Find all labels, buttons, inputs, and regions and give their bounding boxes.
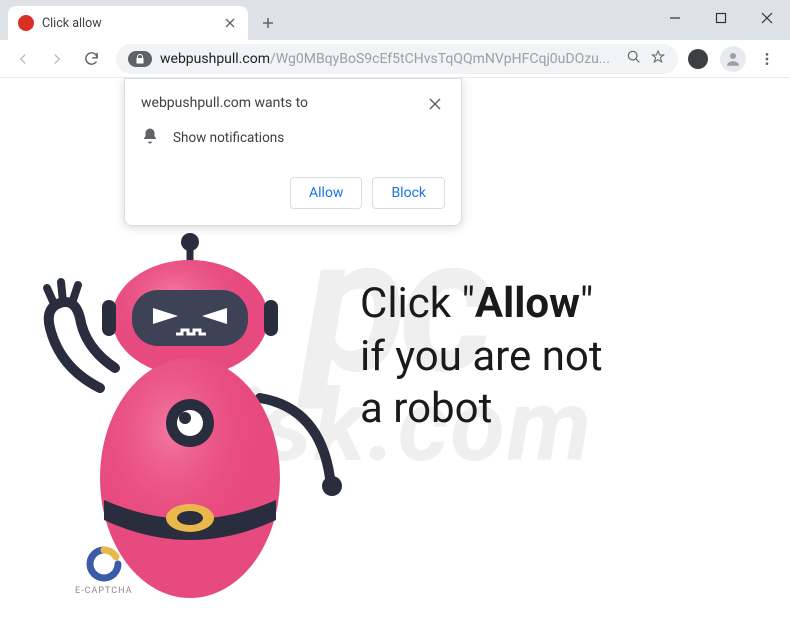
block-button[interactable]: Block	[372, 177, 445, 209]
bell-icon	[141, 127, 159, 149]
connection-secure-badge[interactable]	[128, 51, 152, 67]
caption-emph: Allow	[475, 279, 580, 328]
ecaptcha-badge: E-CAPTCHA	[75, 546, 133, 596]
nav-back-button[interactable]	[8, 44, 38, 74]
lock-icon	[134, 53, 146, 65]
url-text: webpushpull.com/Wg0MBqyBoS9cEf5tCHvsTqQQ…	[160, 51, 618, 67]
browser-tab[interactable]: Click allow	[8, 6, 248, 40]
zoom-icon[interactable]	[626, 49, 642, 69]
bookmark-star-icon[interactable]	[650, 49, 666, 69]
omnibox[interactable]: webpushpull.com/Wg0MBqyBoS9cEf5tCHvsTqQQ…	[116, 44, 678, 74]
url-domain: webpushpull.com	[160, 51, 270, 67]
caption-line3: a robot	[360, 384, 492, 433]
tab-favicon	[18, 15, 34, 31]
main-caption: Click "Allow" if you are not a robot	[360, 278, 603, 436]
permission-close-button[interactable]	[429, 95, 445, 111]
browser-toolbar: webpushpull.com/Wg0MBqyBoS9cEf5tCHvsTqQQ…	[0, 40, 790, 78]
media-control-indicator[interactable]	[688, 49, 708, 69]
page-content: pc risk.com webpushpull.com wants to Sho…	[0, 78, 790, 624]
permission-title: webpushpull.com wants to	[141, 95, 308, 111]
ecaptcha-label: E-CAPTCHA	[75, 586, 133, 596]
allow-button[interactable]: Allow	[290, 177, 362, 209]
tab-title: Click allow	[42, 16, 214, 31]
browser-menu-button[interactable]	[752, 44, 782, 74]
ecaptcha-logo-icon	[86, 546, 122, 582]
nav-reload-button[interactable]	[76, 44, 106, 74]
win-maximize-button[interactable]	[698, 0, 744, 36]
caption-post1: "	[580, 279, 593, 328]
new-tab-button[interactable]	[254, 9, 282, 37]
win-close-button[interactable]	[744, 0, 790, 36]
caption-pre: Click "	[360, 279, 475, 328]
nav-forward-button[interactable]	[42, 44, 72, 74]
user-icon	[724, 50, 742, 68]
tab-close-button[interactable]	[222, 15, 238, 31]
notification-permission-dialog: webpushpull.com wants to Show notificati…	[124, 78, 462, 226]
url-path: /Wg0MBqyBoS9cEf5tCHvsTqQQmNVpHFCqj0uDOzu…	[270, 51, 610, 67]
permission-body-text: Show notifications	[173, 130, 284, 146]
profile-avatar[interactable]	[718, 44, 748, 74]
caption-line2: if you are not	[360, 332, 603, 381]
win-minimize-button[interactable]	[652, 0, 698, 36]
